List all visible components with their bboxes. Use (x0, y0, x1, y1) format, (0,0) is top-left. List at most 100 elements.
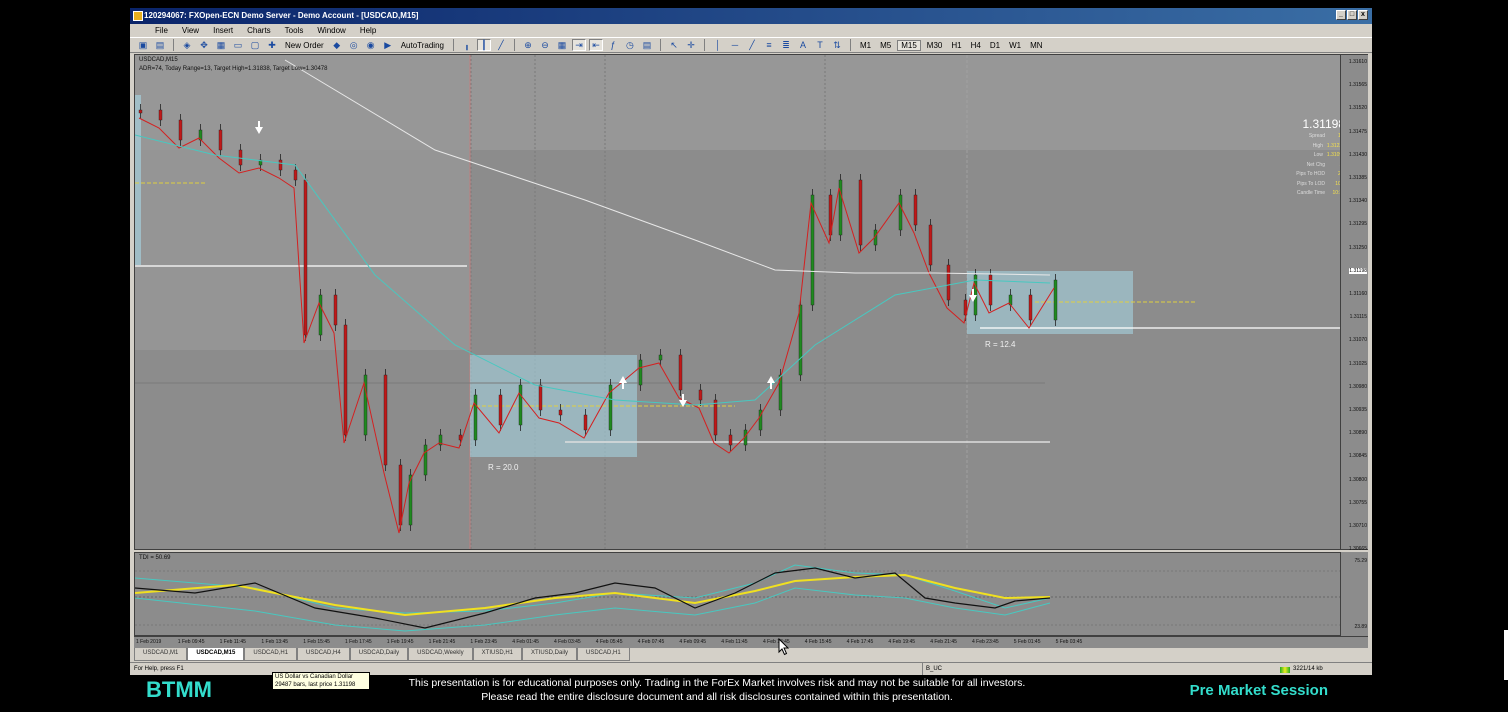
chart-tab[interactable]: XTIUSD,H1 (472, 648, 522, 661)
text-icon[interactable]: A (796, 39, 810, 51)
minimize-button[interactable]: _ (1336, 10, 1346, 20)
new-order-button[interactable]: New Order (282, 41, 327, 50)
tdi-axis: 75.29 23.89 (1341, 552, 1368, 636)
menu-help[interactable]: Help (353, 24, 383, 37)
disclaimer-line-1: This presentation is for educational pur… (408, 677, 1026, 689)
chart-tab[interactable]: USDCAD,Weekly (408, 648, 473, 661)
channel-icon[interactable]: ≡ (762, 39, 776, 51)
session-label: Pre Market Session (1189, 682, 1328, 699)
candle-body (343, 324, 348, 436)
menu-insert[interactable]: Insert (206, 24, 240, 37)
price-axis[interactable]: 1.31610 1.31565 1.31520 1.31475 1.31430 1.313… (1341, 54, 1368, 552)
arrows-icon[interactable]: ⇅ (830, 39, 844, 51)
tile-windows-icon[interactable]: ▦ (555, 39, 569, 51)
tf-w1[interactable]: W1 (1006, 41, 1024, 50)
templates-icon[interactable]: ▤ (640, 39, 654, 51)
zoom-out-icon[interactable]: ⊖ (538, 39, 552, 51)
tdi-indicator-panel[interactable]: TDI = 50.69 (134, 552, 1341, 636)
periods-icon[interactable]: ◷ (623, 39, 637, 51)
candle-body (913, 194, 918, 226)
menu-charts[interactable]: Charts (240, 24, 278, 37)
close-button[interactable]: x (1358, 10, 1368, 20)
info-value: 2.2 (1338, 171, 1341, 177)
brand-logo: BTMM (146, 677, 212, 702)
zoom-in-icon[interactable]: ⊕ (521, 39, 535, 51)
time-tick: 1 Feb 13:45 (261, 639, 289, 645)
info-key: High (1312, 142, 1323, 149)
candlestick-icon[interactable]: ┃ (476, 39, 491, 51)
candle-body (518, 384, 523, 426)
market-watch-icon[interactable]: ◈ (180, 39, 194, 51)
profiles-icon[interactable]: ▤ (153, 39, 167, 51)
menu-file[interactable]: File (148, 24, 175, 37)
metaeditor-icon[interactable]: ◆ (330, 39, 344, 51)
autotrading-button[interactable]: AutoTrading (398, 41, 447, 50)
time-tick: 1 Feb 2019 (136, 639, 162, 645)
symbol-tooltip: US Dollar vs Canadian Dollar 29487 bars,… (272, 672, 370, 690)
horizontal-line-icon[interactable]: ─ (728, 39, 742, 51)
time-tick: 5 Feb 01:45 (1013, 639, 1041, 645)
candle-body (423, 444, 428, 476)
autotrading-icon[interactable]: ▶ (381, 39, 395, 51)
tf-m5[interactable]: M5 (877, 41, 894, 50)
price-chart[interactable]: USDCAD,M15 ADR=74, Today Range=13, Targe… (134, 54, 1341, 550)
info-value: 1.31090 (1326, 152, 1340, 158)
indicators-icon[interactable]: ƒ (606, 39, 620, 51)
tf-m15[interactable]: M15 (897, 39, 921, 51)
range-box (135, 95, 141, 265)
range-label-1: R = 20.0 (488, 463, 519, 472)
strategy-tester-icon[interactable]: ▢ (248, 39, 262, 51)
tf-h1[interactable]: H1 (948, 41, 964, 50)
adr-indicator-text: ADR=74, Today Range=13, Target High=1.31… (139, 66, 328, 72)
tdi-canvas (135, 564, 1340, 632)
candle-body (558, 409, 563, 416)
tf-m1[interactable]: M1 (857, 41, 874, 50)
terminal-icon[interactable]: ▭ (231, 39, 245, 51)
chart-tab[interactable]: USDCAD,H1 (244, 648, 298, 661)
time-tick: 4 Feb 19:45 (888, 639, 916, 645)
line-chart-icon[interactable]: ╱ (494, 39, 508, 51)
tf-mn[interactable]: MN (1027, 41, 1045, 50)
tf-h4[interactable]: H4 (968, 41, 984, 50)
uc-tag: UC (1319, 547, 1336, 549)
tdi-signal-line (135, 573, 1051, 617)
cursor-icon[interactable]: ↖ (667, 39, 681, 51)
navigator-icon[interactable]: ▦ (214, 39, 228, 51)
signals-icon[interactable]: ◉ (364, 39, 378, 51)
chart-tab[interactable]: USDCAD,M15 (187, 648, 245, 661)
text-label-icon[interactable]: T (813, 39, 827, 51)
title-bar[interactable]: 120294067: FXOpen-ECN Demo Server - Demo… (130, 8, 1372, 24)
trendline-icon[interactable]: ╱ (745, 39, 759, 51)
disclaimer-line-2: Please read the entire disclosure docume… (481, 691, 953, 703)
new-chart-icon[interactable]: ▣ (136, 39, 150, 51)
candle-body (238, 149, 243, 166)
candle-body (1053, 279, 1058, 321)
fibonacci-icon[interactable]: ≣ (779, 39, 793, 51)
autoscroll-icon[interactable]: ⇥ (571, 39, 586, 51)
chart-canvas (135, 55, 1340, 549)
chart-tab[interactable]: USDCAD,Daily (349, 648, 409, 661)
tf-m30[interactable]: M30 (924, 41, 946, 50)
menu-window[interactable]: Window (310, 24, 352, 37)
menu-tools[interactable]: Tools (278, 24, 311, 37)
tooltip-line-2: 29487 bars, last price 1.31198 (275, 682, 356, 688)
candle-body (728, 434, 733, 446)
chart-tab[interactable]: USDCAD,H4 (297, 648, 350, 661)
vertical-line-icon[interactable]: │ (711, 39, 725, 51)
candle-body (293, 169, 298, 181)
menu-view[interactable]: View (175, 24, 206, 37)
maximize-button[interactable]: □ (1347, 10, 1357, 20)
data-window-icon[interactable]: ✥ (197, 39, 211, 51)
chart-tab[interactable]: XTIUSD,Daily (522, 648, 578, 661)
info-key: Candle Time (1296, 190, 1325, 196)
new-order-icon[interactable]: ✚ (265, 39, 279, 51)
tf-d1[interactable]: D1 (987, 41, 1003, 50)
crosshair-icon[interactable]: ✛ (684, 39, 698, 51)
chart-tab[interactable]: USDCAD,M1 (134, 648, 188, 661)
chart-shift-icon[interactable]: ⇤ (588, 39, 603, 51)
options-icon[interactable]: ◎ (347, 39, 361, 51)
chart-tab[interactable]: USDCAD,H1 (577, 648, 630, 661)
tdi-tick-high: 75.29 (1354, 558, 1367, 564)
bar-chart-icon[interactable]: ╻ (460, 39, 474, 51)
time-tick: 4 Feb 03:45 (554, 639, 581, 645)
